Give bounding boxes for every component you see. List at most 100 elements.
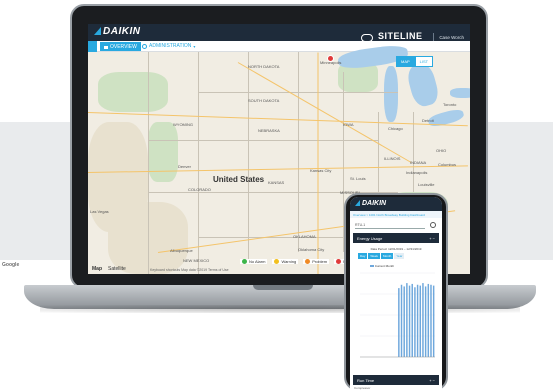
lake-michigan: [384, 66, 398, 122]
city-label: Las Vegas: [90, 209, 109, 214]
map-type-control: Map Satellite: [92, 266, 126, 272]
state-border: [148, 140, 378, 141]
unit-select[interactable]: RTU-1: [355, 222, 425, 229]
legend-label: No Alarm: [249, 259, 266, 264]
legend-problem[interactable]: Problem: [303, 259, 330, 264]
map-type-map[interactable]: Map: [92, 266, 102, 272]
city-label: Indianapolis: [406, 170, 428, 175]
breadcrumb[interactable]: Overview > 1001 North Broadway Building …: [350, 211, 442, 218]
filter-week[interactable]: Week: [368, 253, 380, 259]
tab-overview[interactable]: OVERVIEW: [100, 42, 141, 51]
site-marker[interactable]: [328, 56, 333, 61]
state-border: [198, 92, 398, 93]
daikin-logo[interactable]: DAIKIN: [94, 26, 140, 37]
filter-month[interactable]: Month: [380, 253, 394, 259]
energy-usage-title: Energy Usage: [357, 236, 383, 241]
chart-bar[interactable]: [403, 286, 405, 357]
chart-bar[interactable]: [406, 283, 408, 357]
chart-legend-swatch: [370, 265, 374, 268]
daikin-logo-mark-icon: [94, 27, 101, 35]
state-border: [198, 52, 199, 274]
filter-year[interactable]: Year: [394, 253, 405, 259]
state-label: WYOMING: [173, 122, 193, 127]
status-dot-icon: [242, 259, 247, 264]
state-label: INDIANA: [410, 160, 427, 165]
state-label: KANSAS: [268, 180, 285, 185]
chart-bar[interactable]: [416, 284, 419, 357]
home-icon: [104, 46, 108, 49]
filter-day[interactable]: Day: [358, 253, 368, 259]
chart-bar[interactable]: [398, 288, 400, 357]
terrain-region: [98, 72, 168, 112]
tab-administration[interactable]: ADMINISTRATION ▾: [142, 43, 195, 49]
run-time-section-header[interactable]: Run Time + −: [353, 375, 439, 385]
laptop-notch: [253, 285, 313, 290]
highway: [317, 52, 319, 274]
run-time-label: Compressor: [354, 386, 371, 390]
nav-bar: OVERVIEW ADMINISTRATION ▾: [88, 41, 470, 52]
phone-brand-name: DAIKIN: [362, 200, 387, 207]
state-label: IOWA: [343, 122, 354, 127]
phone-daikin-logo[interactable]: DAIKIN: [355, 200, 386, 207]
state-label: NEW MEXICO: [183, 258, 210, 263]
list-view-button[interactable]: LIST: [414, 56, 434, 67]
legend-no-alarm[interactable]: No Alarm: [240, 259, 268, 264]
brand-name: DAIKIN: [103, 26, 141, 37]
chart-bar[interactable]: [419, 285, 422, 357]
country-label: United States: [213, 175, 265, 184]
legend-label: Problem: [312, 259, 328, 264]
daikin-logo-mark-icon: [355, 200, 360, 206]
city-label: Albuquerque: [170, 248, 193, 253]
tab-administration-label: ADMINISTRATION: [149, 43, 192, 49]
gear-icon: [142, 43, 147, 49]
chart-bar[interactable]: [427, 283, 430, 357]
chart-bar[interactable]: [411, 283, 413, 357]
collapse-icon: + −: [429, 236, 435, 241]
lake-ontario: [450, 88, 470, 98]
city-label: Chicago: [388, 126, 403, 131]
collapse-icon: + −: [429, 378, 435, 383]
phone-header: DAIKIN: [350, 197, 442, 211]
map-footer: Keyboard shortcuts Map data ©2019 Terms …: [150, 268, 229, 272]
state-label: OKLAHOMA: [293, 234, 316, 239]
app-header: DAIKIN SITELINE connected building solut…: [88, 24, 470, 49]
highway: [88, 112, 468, 127]
map-type-satellite[interactable]: Satellite: [108, 266, 126, 272]
chart-bar[interactable]: [408, 285, 411, 357]
data-period: Data Period: 12/01/2019 – 12/31/2019: [370, 247, 422, 251]
chart-bar[interactable]: [400, 284, 403, 357]
chart-bar[interactable]: [430, 284, 432, 357]
lake-huron: [405, 61, 441, 109]
chart-bar[interactable]: [424, 286, 427, 357]
chart-bar[interactable]: [422, 283, 424, 357]
state-label: NEBRASKA: [258, 128, 280, 133]
chevron-down-icon: ▾: [193, 43, 196, 49]
city-label: Toronto: [443, 102, 457, 107]
product-name: SITELINE: [378, 31, 423, 41]
state-label: OHIO: [436, 148, 447, 153]
city-label: Denver: [178, 164, 191, 169]
chart-bar[interactable]: [414, 287, 416, 357]
city-label: Kansas City: [310, 168, 332, 173]
menu-button[interactable]: [88, 41, 97, 52]
state-label: COLORADO: [188, 187, 211, 192]
status-dot-icon: [336, 259, 342, 264]
state-label: NORTH DAKOTA: [248, 64, 280, 69]
chart-bar[interactable]: [432, 285, 435, 357]
status-dot-icon: [274, 259, 280, 264]
energy-bar-chart: [360, 272, 435, 358]
map-view-button[interactable]: MAP: [396, 56, 415, 67]
energy-usage-section-header[interactable]: Energy Usage + −: [353, 233, 439, 243]
chart-legend: Current Month: [370, 264, 394, 268]
period-filters: Day Week Month Year: [358, 253, 405, 259]
legend-warning[interactable]: Warning: [272, 259, 299, 264]
status-dot-icon: [305, 259, 311, 264]
settings-gear-icon[interactable]: [430, 222, 436, 228]
view-toggle: MAP LIST: [396, 56, 434, 67]
state-label: SOUTH DAKOTA: [248, 98, 280, 103]
city-label: St. Louis: [350, 176, 366, 181]
run-time-title: Run Time: [357, 378, 375, 383]
city-label: Columbus: [438, 162, 457, 167]
terrain-region: [148, 122, 178, 182]
user-menu[interactable]: Case Worch: [439, 35, 464, 40]
